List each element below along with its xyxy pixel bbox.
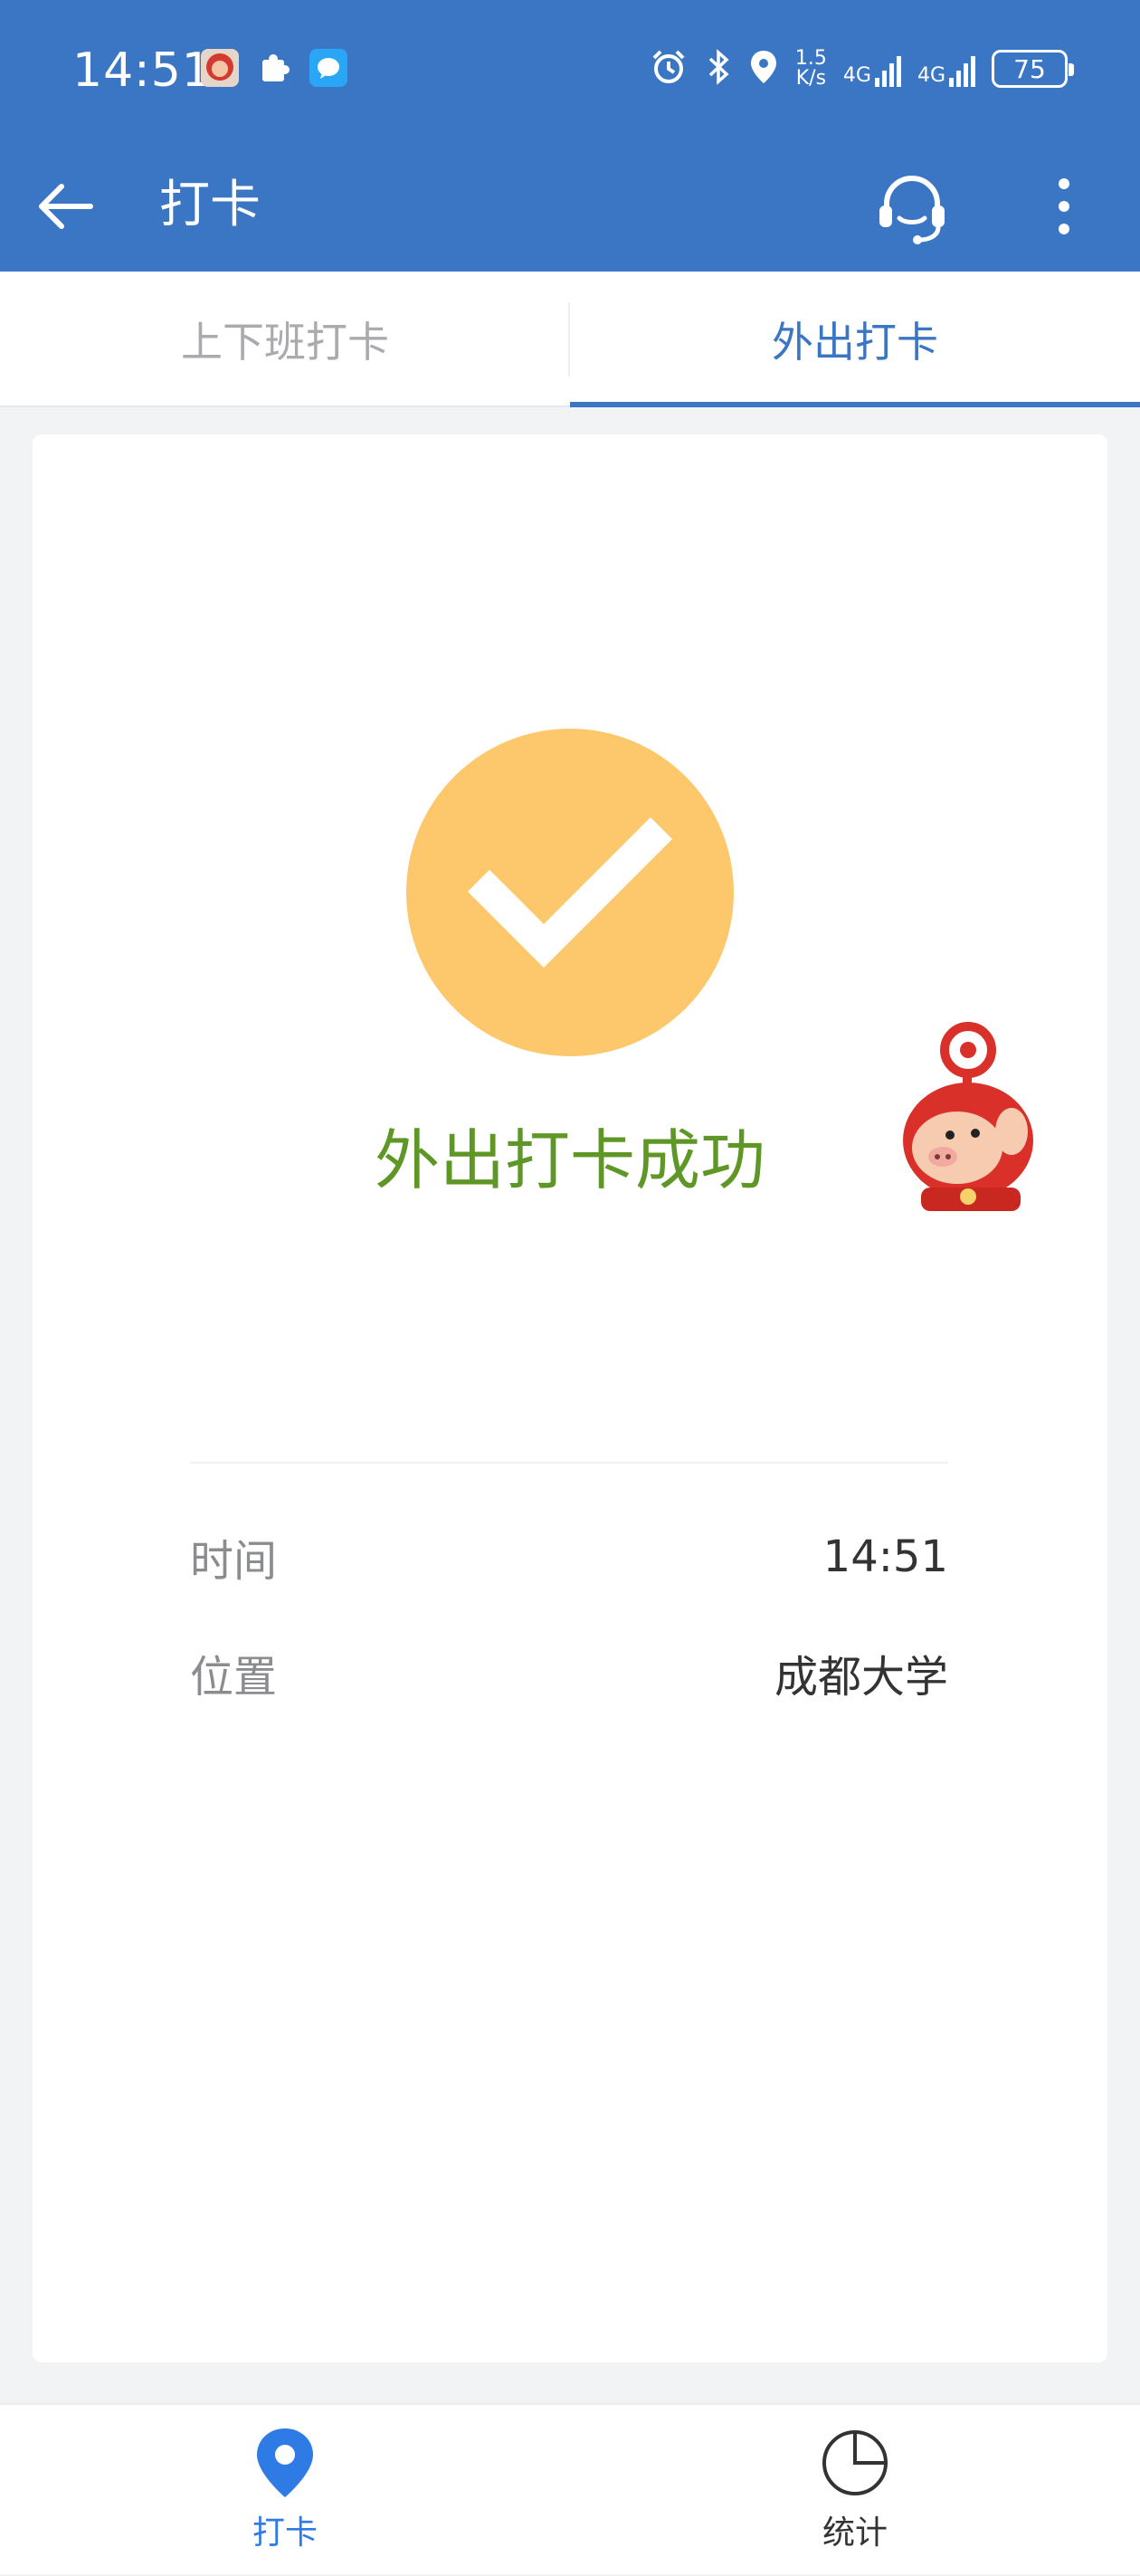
signal-bars-icon xyxy=(949,51,975,87)
alarm-icon xyxy=(649,47,689,91)
app-bar: 打卡 xyxy=(0,140,1140,272)
status-time: 14:51 xyxy=(72,43,213,98)
tab-commute-clock-in[interactable]: 上下班打卡 xyxy=(0,272,570,407)
detail-label: 位置 xyxy=(190,1652,278,1703)
status-bar: 14:51 1.5 K/s 4G 4G 75 xyxy=(0,0,1140,140)
active-tab-indicator xyxy=(570,402,1140,407)
more-options-button[interactable] xyxy=(1039,167,1089,245)
pie-chart-icon xyxy=(822,2430,888,2495)
headset-icon xyxy=(879,175,945,244)
nav-clock-in[interactable]: 打卡 xyxy=(0,2405,570,2576)
tab-outing-clock-in[interactable]: 外出打卡 xyxy=(570,272,1140,407)
tab-bar: 上下班打卡 外出打卡 xyxy=(0,272,1140,407)
signal-bars-icon xyxy=(874,51,901,87)
detail-label: 时间 xyxy=(190,1536,278,1587)
app-notification-icon xyxy=(201,49,239,87)
mascot-icon xyxy=(903,1022,1033,1211)
check-circle-icon xyxy=(406,729,734,1056)
nav-label: 打卡 xyxy=(252,2514,318,2552)
status-indicators: 1.5 K/s 4G 4G 75 xyxy=(649,47,1074,91)
detail-row-location: 位置 成都大学 xyxy=(190,1636,948,1709)
nav-label: 统计 xyxy=(822,2514,888,2552)
detail-row-time: 时间 14:51 xyxy=(190,1521,948,1593)
back-button[interactable] xyxy=(27,167,105,245)
nav-statistics[interactable]: 统计 xyxy=(570,2405,1140,2576)
signal-1: 4G xyxy=(843,51,901,87)
page-title: 打卡 xyxy=(159,176,261,234)
signal-2: 4G xyxy=(917,51,975,87)
network-speed: 1.5 K/s xyxy=(794,47,827,90)
bottom-navigation: 打卡 统计 xyxy=(0,2403,1140,2574)
more-vertical-icon xyxy=(1059,178,1069,234)
arrow-left-icon xyxy=(39,184,93,229)
detail-value: 14:51 xyxy=(822,1531,948,1582)
result-card: 外出打卡成功 时间 14:51 位置 成都大学 xyxy=(33,434,1107,2362)
customer-service-button[interactable] xyxy=(869,164,955,251)
detail-value: 成都大学 xyxy=(774,1652,948,1703)
puzzle-icon xyxy=(255,49,293,87)
battery-icon: 75 xyxy=(992,50,1074,88)
location-icon xyxy=(748,47,779,91)
message-icon xyxy=(309,49,347,87)
location-pin-icon xyxy=(257,2428,313,2497)
info-divider xyxy=(190,1462,948,1464)
bluetooth-icon xyxy=(705,47,732,91)
